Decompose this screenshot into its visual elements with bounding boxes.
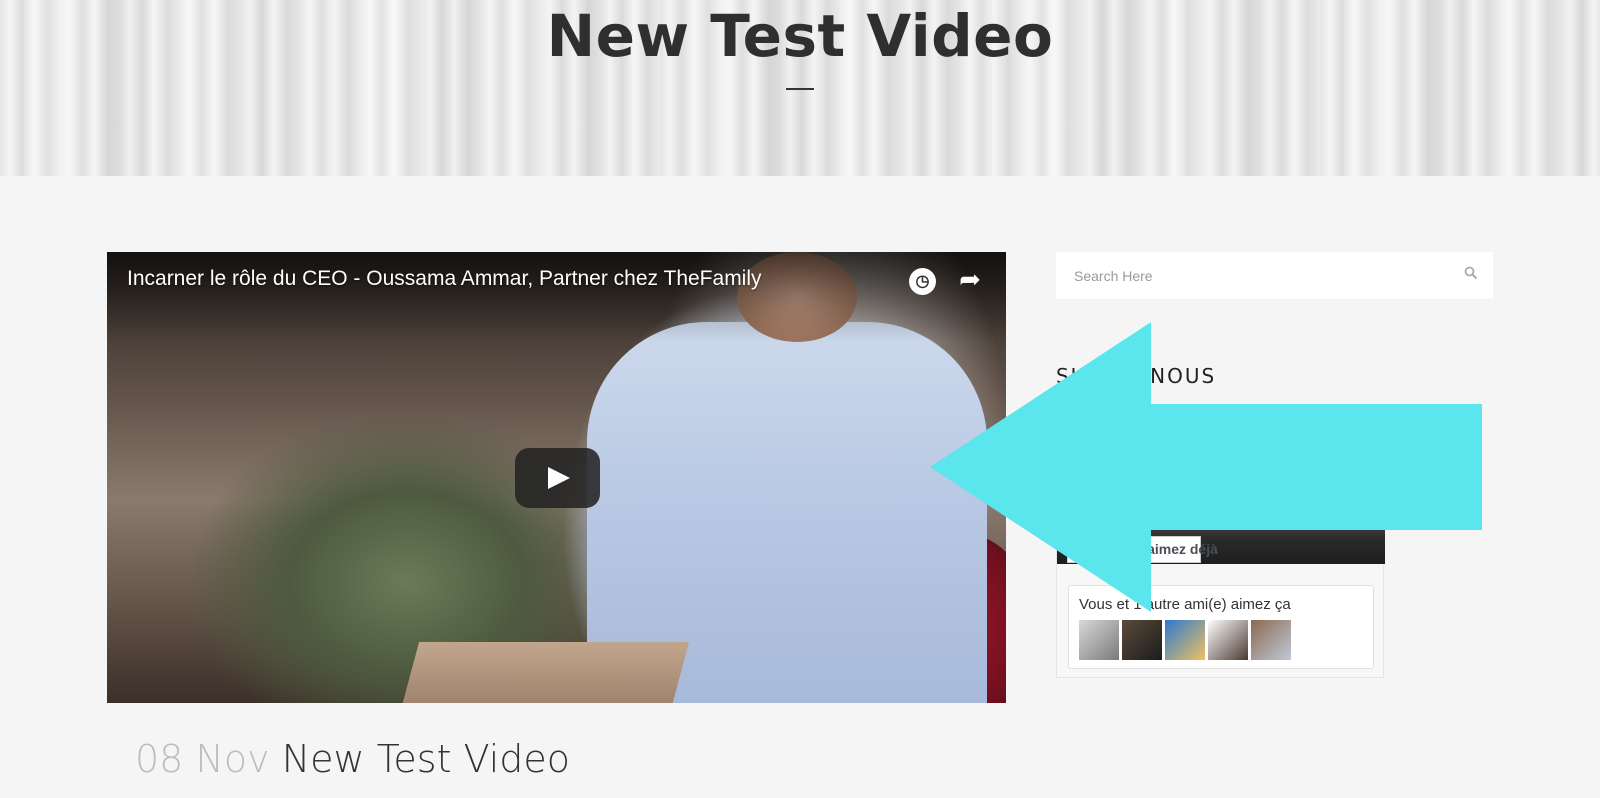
avatar[interactable] — [1208, 620, 1248, 660]
avatar[interactable] — [1251, 620, 1291, 660]
page-title: New Test Video — [546, 2, 1054, 70]
avatar[interactable] — [1165, 620, 1205, 660]
search-icon[interactable] — [1464, 266, 1478, 280]
annotation-arrow-icon — [930, 322, 1482, 612]
page-hero-banner: New Test Video — [0, 0, 1600, 176]
title-divider — [786, 88, 814, 90]
clock-icon[interactable]: ◷ — [909, 268, 936, 295]
search-box — [1056, 252, 1493, 299]
annotation-arrow-shape — [930, 322, 1482, 612]
avatar[interactable] — [1079, 620, 1119, 660]
post-heading: 08 Nov New Test Video — [135, 737, 570, 781]
video-title[interactable]: Incarner le rôle du CEO - Oussama Ammar,… — [127, 267, 762, 291]
facebook-friend-avatars — [1079, 620, 1291, 660]
avatar[interactable] — [1122, 620, 1162, 660]
video-top-gradient — [107, 252, 1006, 342]
share-arrow-icon[interactable]: ➦ — [953, 262, 987, 296]
play-icon[interactable] — [515, 448, 600, 508]
post-title: New Test Video — [281, 737, 571, 781]
search-input[interactable] — [1056, 252, 1446, 299]
video-player[interactable]: Incarner le rôle du CEO - Oussama Ammar,… — [107, 252, 1006, 703]
post-date: 08 Nov — [135, 737, 270, 781]
video-scene-laptop — [394, 642, 690, 703]
